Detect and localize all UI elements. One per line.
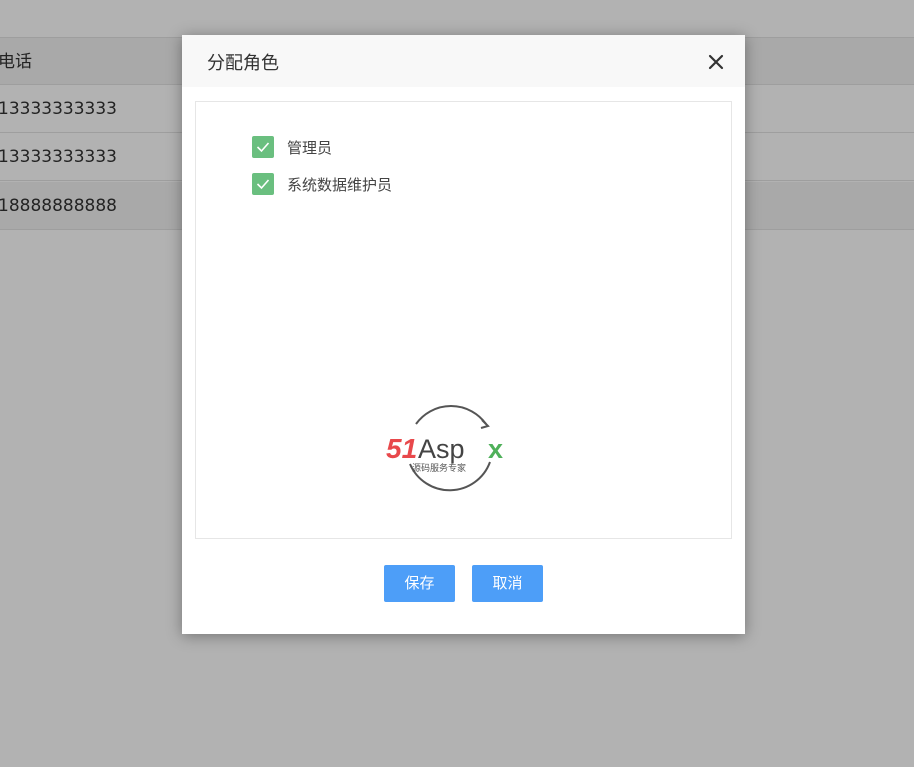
role-label-data-maintainer: 系统数据维护员 [287,175,393,194]
assign-role-dialog: 分配角色 管理员 系统数据维护员 51 Asp x 源码服务专家 保存 取消 [182,35,745,634]
check-icon [256,142,270,153]
logo-brand-green: x [488,434,503,464]
check-icon [256,179,270,190]
dialog-title: 分配角色 [207,53,279,74]
logo-tagline: 源码服务专家 [412,462,466,474]
close-icon[interactable] [705,51,727,73]
role-list-frame: 管理员 系统数据维护员 51 Asp x 源码服务专家 [195,101,732,539]
role-item-admin[interactable]: 管理员 [252,136,332,158]
role-label-admin: 管理员 [287,138,333,157]
logo-brand-red: 51 [386,433,417,464]
cancel-button[interactable]: 取消 [472,565,543,602]
role-checkbox-admin[interactable] [252,136,274,158]
role-item-data-maintainer[interactable]: 系统数据维护员 [252,173,392,195]
dialog-header: 分配角色 [182,35,745,87]
watermark-logo: 51 Asp x 源码服务专家 [386,402,512,494]
logo-brand-dark: Asp [418,434,465,464]
save-button[interactable]: 保存 [384,565,455,602]
role-checkbox-data-maintainer[interactable] [252,173,274,195]
